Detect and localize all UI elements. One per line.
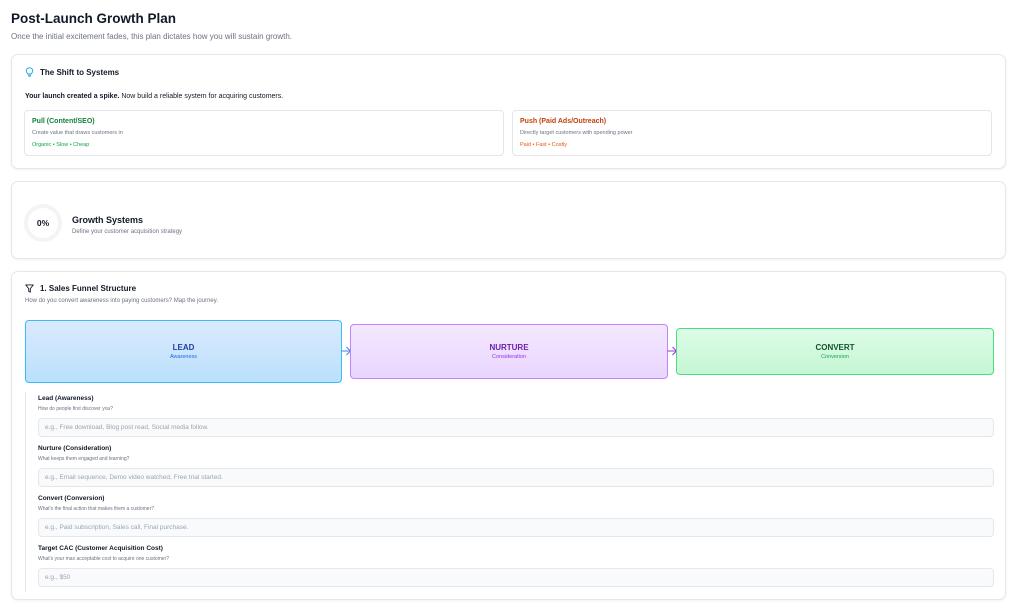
page-title: Post-Launch Growth Plan	[11, 11, 177, 26]
stage-subtitle: Consideration	[492, 354, 526, 360]
funnel-icon	[25, 284, 34, 293]
shift-intro-rest: Now build a reliable system for acquirin…	[119, 93, 284, 100]
target-cac-field-label: Target CAC (Customer Acquisition Cost)	[38, 545, 163, 552]
page-subtitle: Once the initial excitement fades, this …	[11, 32, 293, 41]
nurture-field-label: Nurture (Consideration)	[38, 445, 112, 452]
growth-title: Growth Systems	[72, 215, 144, 225]
shift-intro-bold: Your launch created a spike.	[25, 93, 120, 100]
shift-heading-text: The Shift to Systems	[40, 67, 120, 77]
growth-subtitle: Define your customer acquisition strateg…	[72, 229, 183, 235]
pull-strategy-description: Create value that draws customers in	[32, 130, 123, 136]
push-strategy-tags: Paid • Fast • Costly	[520, 142, 567, 148]
lightbulb-icon	[25, 67, 34, 77]
stage-subtitle: Awareness	[169, 354, 198, 360]
funnel-heading-text: 1. Sales Funnel Structure	[40, 284, 137, 293]
progress-ring: 0%	[24, 204, 62, 242]
target-cac-input[interactable]	[38, 568, 994, 587]
shift-intro: Your launch created a spike. Now build a…	[25, 93, 283, 100]
funnel-stage-lead: LEAD Awareness	[25, 320, 342, 383]
shift-heading: The Shift to Systems	[25, 67, 119, 77]
push-strategy-box: Push (Paid Ads/Outreach) Directly target…	[512, 110, 992, 156]
lead-field-help: How do people first discover you?	[38, 406, 114, 412]
pull-strategy-title: Pull (Content/SEO)	[32, 118, 95, 125]
funnel-heading: 1. Sales Funnel Structure	[25, 284, 136, 293]
nurture-input[interactable]	[38, 468, 994, 487]
funnel-stage-convert: CONVERT Conversion	[676, 328, 994, 375]
convert-field-help: What's the final action that makes them …	[38, 506, 155, 512]
lead-input[interactable]	[38, 418, 994, 437]
stage-name: CONVERT	[815, 343, 855, 352]
funnel-fields: Lead (Awareness) How do people first dis…	[25, 392, 995, 592]
funnel-subtitle: How do you convert awareness into paying…	[25, 298, 218, 304]
nurture-field-help: What keeps them engaged and learning?	[38, 456, 130, 462]
growth-systems-card: 0% Growth Systems Define your customer a…	[11, 181, 1006, 259]
target-cac-field-help: What's your max acceptable cost to acqui…	[38, 556, 170, 562]
convert-field-label: Convert (Conversion)	[38, 495, 105, 502]
shift-to-systems-card: The Shift to Systems Your launch created…	[11, 54, 1006, 169]
funnel-stage-nurture: NURTURE Consideration	[350, 324, 668, 379]
stage-name: NURTURE	[489, 343, 529, 352]
progress-percent: 0%	[36, 218, 50, 228]
pull-strategy-tags: Organic • Slow • Cheap	[32, 142, 90, 148]
convert-input[interactable]	[38, 518, 994, 537]
lead-field-label: Lead (Awareness)	[38, 395, 94, 402]
push-strategy-description: Directly target customers with spending …	[520, 130, 633, 136]
stage-name: LEAD	[172, 343, 195, 352]
push-strategy-title: Push (Paid Ads/Outreach)	[520, 118, 607, 125]
stage-subtitle: Conversion	[821, 354, 849, 360]
pull-strategy-box: Pull (Content/SEO) Create value that dra…	[24, 110, 504, 156]
sales-funnel-card: 1. Sales Funnel Structure How do you con…	[11, 271, 1006, 600]
